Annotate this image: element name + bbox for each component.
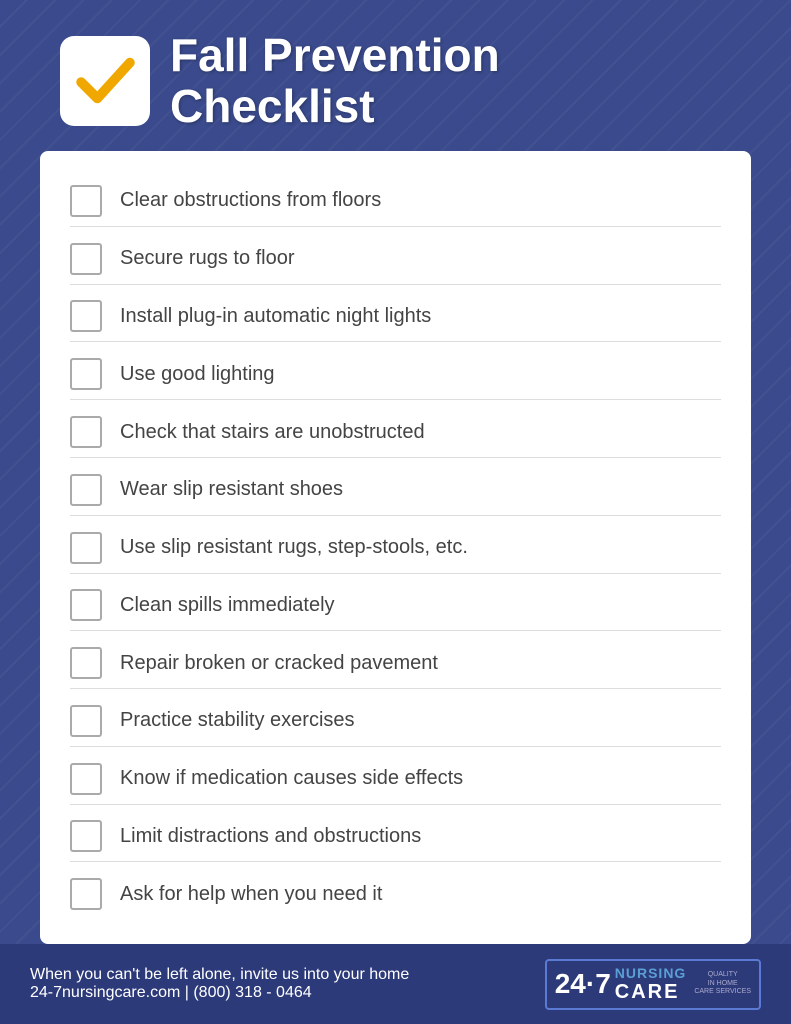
page-wrapper: Fall Prevention Checklist Clear obstruct… [0, 0, 791, 1024]
footer-tagline: When you can't be left alone, invite us … [30, 966, 409, 984]
footer-contact: 24-7nursingcare.com | (800) 318 - 0464 [30, 984, 409, 1002]
checklist-item-label-6: Use slip resistant rugs, step-stools, et… [120, 536, 468, 559]
checklist-item: Wear slip resistant shoes [70, 465, 721, 516]
logo-247: 24·7 [555, 968, 611, 1000]
checklist-item: Install plug-in automatic night lights [70, 291, 721, 342]
checklist-item: Know if medication causes side effects [70, 754, 721, 805]
checkbox-11[interactable] [70, 820, 102, 852]
logo-quality-badge: QUALITY IN HOME CARE SERVICES [694, 971, 751, 996]
logo-nursing: NURSING [615, 965, 687, 981]
page-title-line2: Checklist [170, 81, 500, 132]
checkmark-icon-box [60, 36, 150, 126]
checklist-item-label-8: Repair broken or cracked pavement [120, 652, 438, 675]
checklist-item-label-10: Know if medication causes side effects [120, 767, 463, 790]
checkbox-5[interactable] [70, 474, 102, 506]
checklist-item: Ask for help when you need it [70, 869, 721, 919]
checkbox-9[interactable] [70, 705, 102, 737]
checklist-item: Use slip resistant rugs, step-stools, et… [70, 523, 721, 574]
checkbox-1[interactable] [70, 243, 102, 275]
checklist-item-label-2: Install plug-in automatic night lights [120, 305, 431, 328]
checkbox-0[interactable] [70, 185, 102, 217]
checkbox-4[interactable] [70, 416, 102, 448]
checklist-item-label-1: Secure rugs to floor [120, 247, 295, 270]
checklist-item-label-3: Use good lighting [120, 363, 275, 386]
checkmark-icon [73, 48, 138, 113]
checklist-item-label-5: Wear slip resistant shoes [120, 478, 343, 501]
logo-badge-line1: QUALITY [708, 971, 738, 979]
checklist-item: Check that stairs are unobstructed [70, 407, 721, 458]
logo-nursing-care: NURSING CARE [615, 965, 687, 1004]
checklist-item: Clean spills immediately [70, 580, 721, 631]
page-title-line1: Fall Prevention [170, 30, 500, 81]
logo-badge-line3: CARE SERVICES [694, 988, 751, 996]
checklist-item: Repair broken or cracked pavement [70, 638, 721, 689]
checklist-item-label-9: Practice stability exercises [120, 709, 355, 732]
checklist-item-label-12: Ask for help when you need it [120, 883, 382, 906]
logo-care: CARE [615, 981, 680, 1004]
checklist-item-label-4: Check that stairs are unobstructed [120, 421, 425, 444]
checklist-item: Practice stability exercises [70, 696, 721, 747]
checkbox-7[interactable] [70, 589, 102, 621]
footer: When you can't be left alone, invite us … [0, 944, 791, 1024]
checklist-item-label-7: Clean spills immediately [120, 594, 335, 617]
checkbox-8[interactable] [70, 647, 102, 679]
checklist-item-label-0: Clear obstructions from floors [120, 189, 381, 212]
header: Fall Prevention Checklist [0, 0, 791, 151]
footer-text-block: When you can't be left alone, invite us … [30, 966, 409, 1002]
checkbox-6[interactable] [70, 532, 102, 564]
checklist-card: Clear obstructions from floors Secure rug… [40, 151, 751, 944]
logo-badge-line2: IN HOME [708, 980, 738, 988]
checklist-item: Secure rugs to floor [70, 234, 721, 285]
checklist-item: Limit distractions and obstructions [70, 811, 721, 862]
checkbox-3[interactable] [70, 358, 102, 390]
checkbox-2[interactable] [70, 300, 102, 332]
checklist-item: Use good lighting [70, 349, 721, 400]
checkbox-10[interactable] [70, 763, 102, 795]
checklist-item-label-11: Limit distractions and obstructions [120, 825, 421, 848]
logo-box: 24·7 NURSING CARE QUALITY IN HOME CARE S… [545, 959, 761, 1010]
checklist-item: Clear obstructions from floors [70, 176, 721, 227]
title-block: Fall Prevention Checklist [170, 30, 500, 131]
checkbox-12[interactable] [70, 878, 102, 910]
